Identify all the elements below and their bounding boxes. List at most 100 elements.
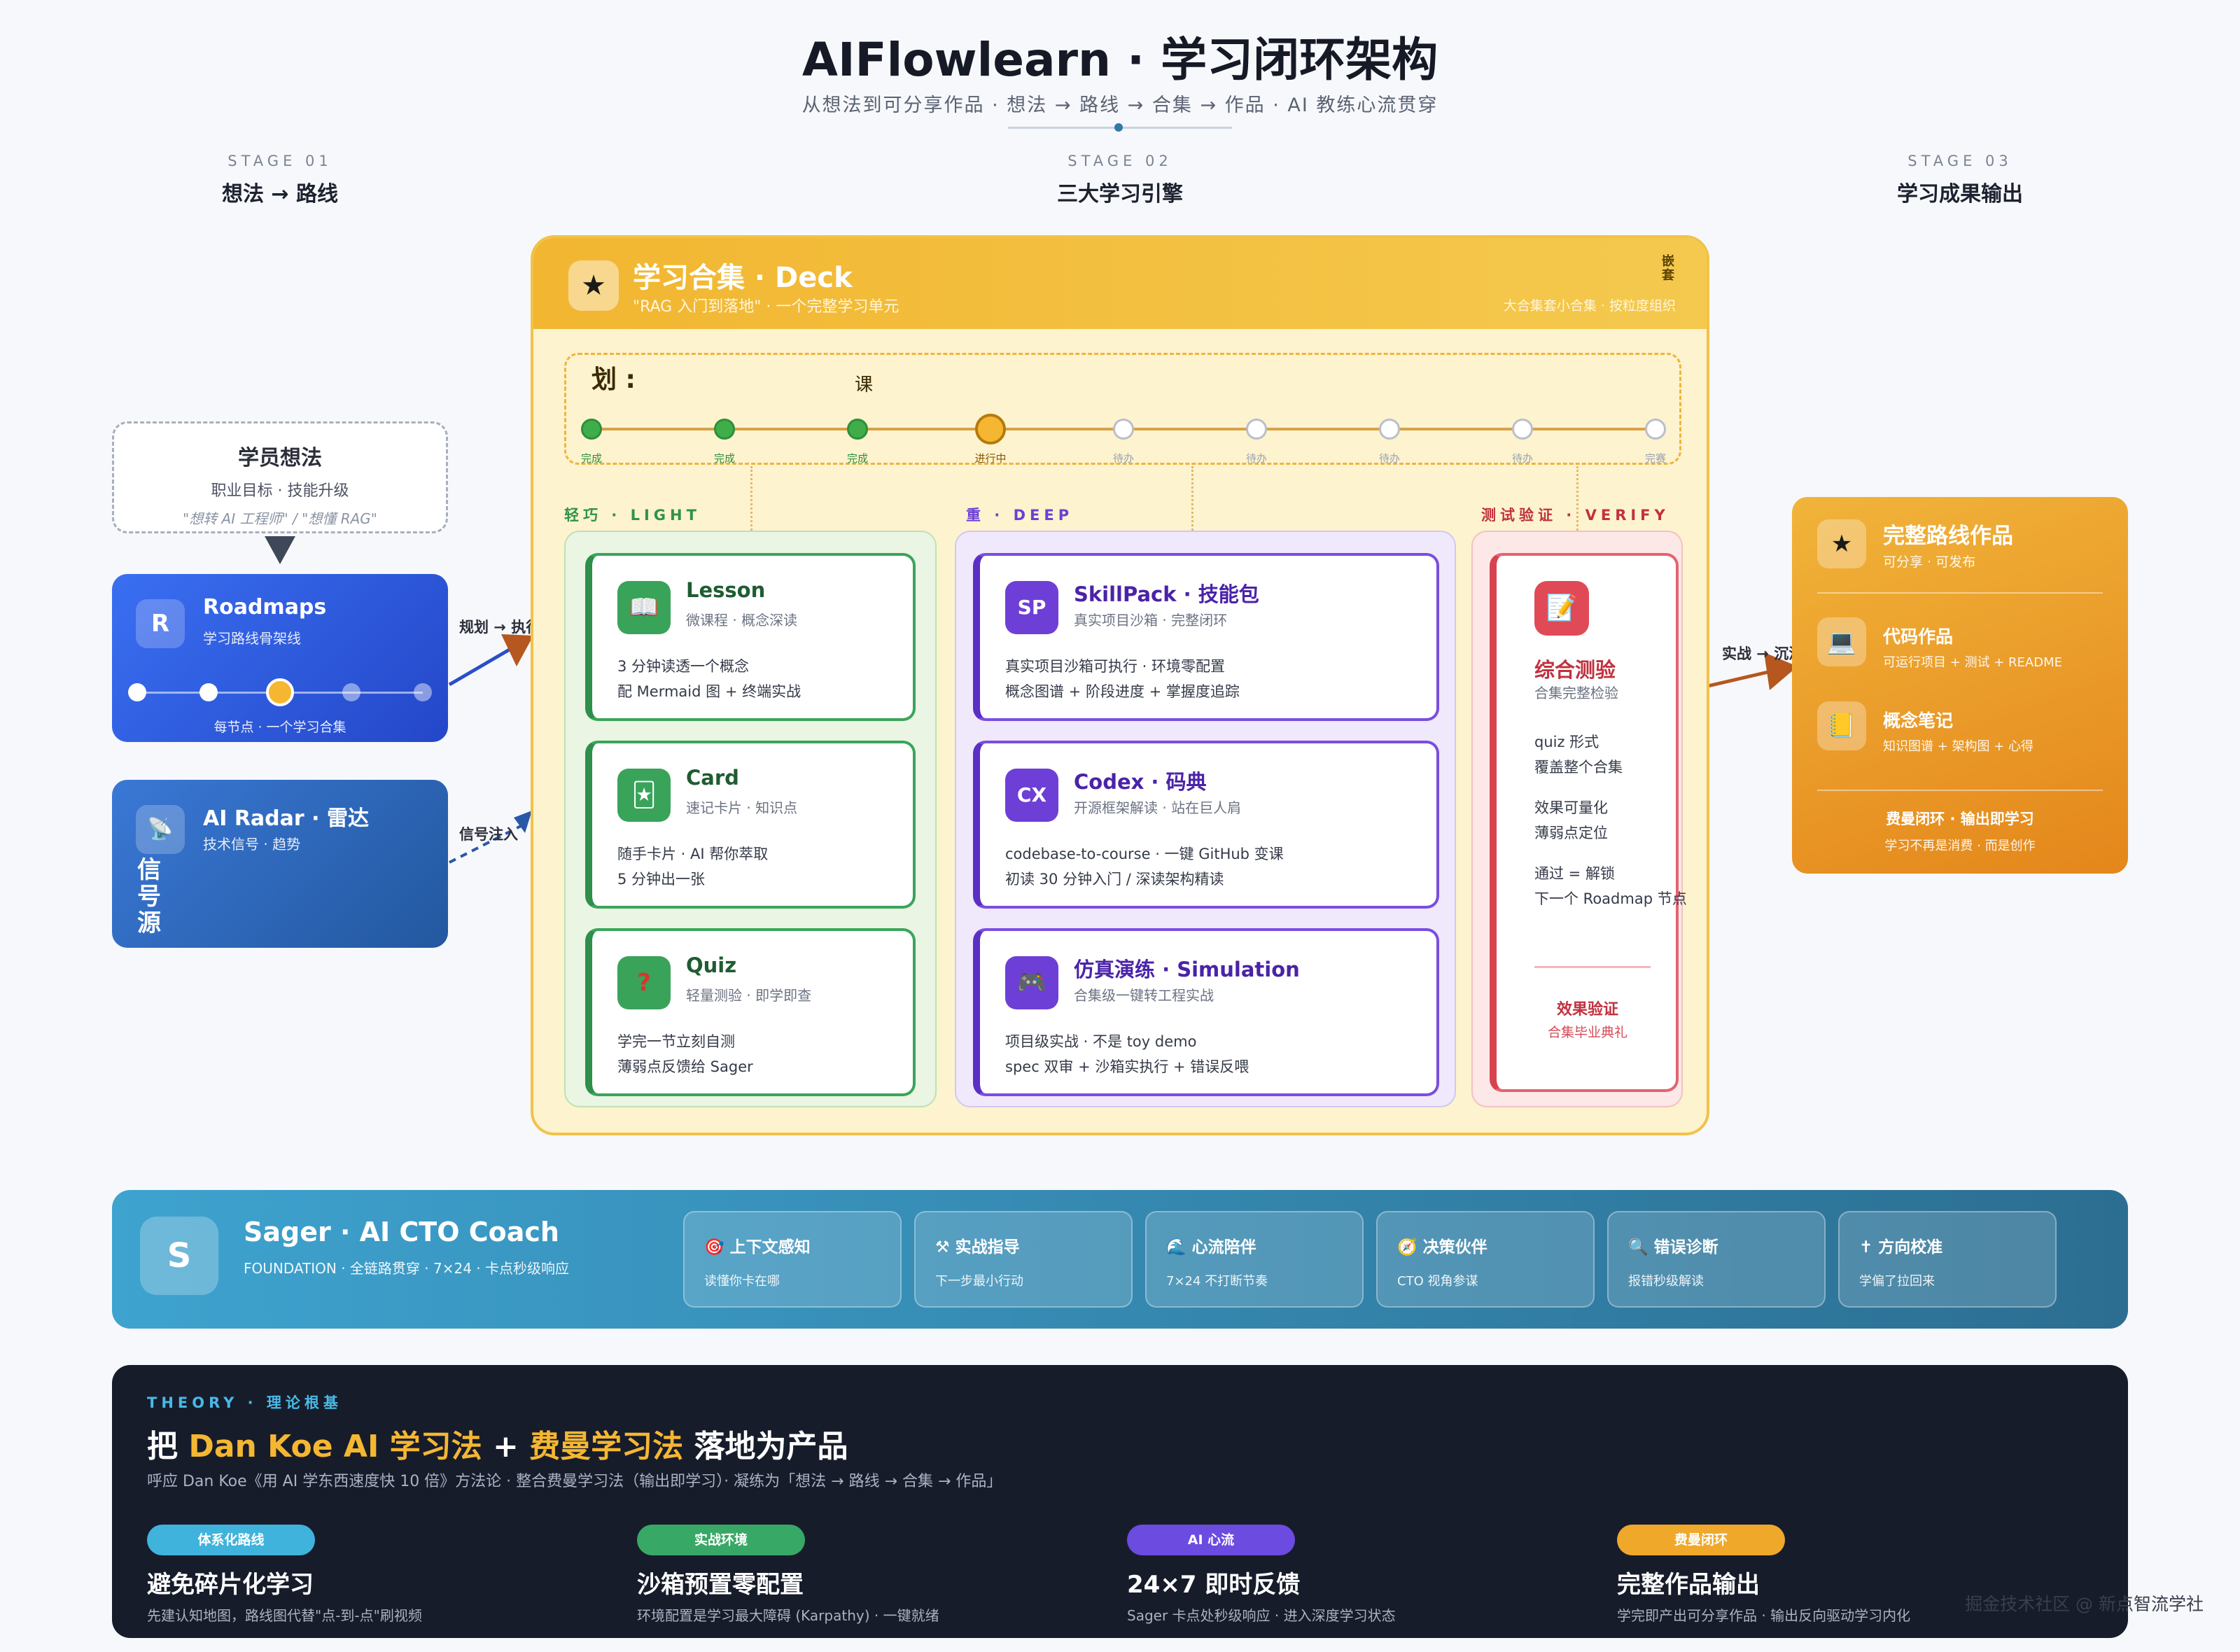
plan-arrow-label: 规划 → 执行	[459, 619, 541, 636]
pillar-subtitle: 先建认知地图，路线图代替"点-到-点"刷视频	[147, 1607, 422, 1624]
verify-badge: 效果验证	[1556, 1001, 1618, 1018]
output-footer-title: 费曼闭环 · 输出即学习	[1886, 811, 2034, 827]
ai-radar-card[interactable]: 📡 AI Radar · 雷达 技术信号 · 趋势 信号源	[112, 780, 448, 948]
left-connectors	[448, 634, 533, 864]
pillar-pill: 实战环境	[637, 1525, 805, 1555]
theory-title-highlight: 费曼学习法	[529, 1429, 684, 1464]
connector-dash	[750, 466, 752, 531]
output-item-title: 代码作品	[1883, 626, 1954, 647]
radar-title: AI Radar · 雷达	[203, 806, 369, 831]
verify-badge-subtitle: 合集毕业典礼	[1547, 1025, 1628, 1040]
progress-node-label: 待办	[1245, 452, 1267, 465]
verify-title: 综合测验	[1534, 658, 1616, 682]
sager-title: Sager · AI CTO Coach	[244, 1217, 559, 1247]
final-quiz-card[interactable]: 📝 综合测验 合集完整检验 quiz 形式 覆盖整个合集 效果可量化 薄弱点定位…	[1490, 553, 1687, 1092]
card-subtitle: 速记卡片 · 知识点	[686, 799, 798, 816]
simulation-card[interactable]: 🎮 仿真演练 · Simulation 合集级一键转工程实战 项目级实战 · 不…	[973, 928, 1439, 1096]
wave-icon: 🌊	[1166, 1238, 1186, 1256]
theory-title-part: +	[482, 1429, 530, 1464]
pillar-subtitle: 环境配置是学习最大障碍 (Karpathy) · 一键就绪	[637, 1607, 939, 1624]
feature-title: 实战指导	[955, 1238, 1020, 1256]
page-title: AIFlowlearn · 学习闭环架构	[802, 33, 1438, 87]
roadmaps-title: Roadmaps	[203, 595, 327, 620]
verify-line: 覆盖整个合集	[1534, 759, 1623, 776]
book-icon: 📖	[617, 581, 671, 634]
pillar-pill: 体系化路线	[147, 1525, 315, 1555]
progress-node[interactable]	[581, 419, 602, 440]
feature-practice-guide[interactable]: ⚒ 实战指导 下一步最小行动	[914, 1211, 1133, 1308]
roadmaps-caption: 每节点 · 一个学习合集	[214, 720, 346, 735]
theory-title-part: 把	[147, 1429, 189, 1464]
feature-decision-partner[interactable]: 🧭 决策伙伴 CTO 视角参谋	[1376, 1211, 1595, 1308]
card-line: 配 Mermaid 图 + 终端实战	[617, 683, 802, 700]
feature-subtitle: 下一步最小行动	[935, 1274, 1023, 1289]
card-line: 项目级实战 · 不是 toy demo	[1005, 1033, 1197, 1050]
verify-line: 效果可量化	[1534, 799, 1608, 816]
roadmap-node[interactable]	[128, 683, 146, 701]
feature-flow-companion[interactable]: 🌊 心流陪伴 7×24 不打断节奏	[1145, 1211, 1364, 1308]
codex-card[interactable]: CX Codex · 码典 开源框架解读 · 站在巨人肩 codebase-to…	[973, 741, 1439, 909]
star-icon: ★	[1817, 519, 1866, 568]
progress-node[interactable]	[1246, 419, 1267, 440]
deck-panel: ★ 学习合集 · Deck "RAG 入门到落地" · 一个完整学习单元 嵌套 …	[531, 235, 1709, 1135]
progress-node[interactable]	[975, 414, 1006, 444]
verify-line: 通过 = 解锁	[1534, 865, 1615, 882]
roadmaps-card[interactable]: R Roadmaps 学习路线骨架线 每节点 · 一个学习合集	[112, 574, 448, 742]
roadmap-node[interactable]	[342, 683, 360, 701]
skillpack-badge: SP	[1005, 581, 1058, 634]
roadmap-node[interactable]	[414, 683, 432, 701]
progress-node[interactable]	[714, 419, 735, 440]
feature-error-diagnosis[interactable]: 🔍 错误诊断 报错秒级解读	[1607, 1211, 1826, 1308]
roadmap-node[interactable]	[266, 678, 294, 706]
output-card[interactable]: ★ 完整路线作品 可分享 · 可发布 💻 代码作品 可运行项目 + 测试 + R…	[1792, 497, 2128, 874]
sager-badge: S	[140, 1217, 218, 1295]
output-subtitle: 可分享 · 可发布	[1883, 554, 1976, 570]
progress-node-label: 完成	[713, 452, 735, 465]
deck-header: ★ 学习合集 · Deck "RAG 入门到落地" · 一个完整学习单元 嵌套 …	[533, 238, 1707, 329]
feature-title: 心流陪伴	[1191, 1238, 1256, 1256]
feature-title: 上下文感知	[729, 1238, 811, 1256]
roadmap-node[interactable]	[200, 683, 218, 701]
feature-direction-calibration[interactable]: ✝ 方向校准 学偏了拉回来	[1838, 1211, 2057, 1308]
progress-node[interactable]	[1645, 419, 1666, 440]
card-subtitle: 开源框架解读 · 站在巨人肩	[1074, 799, 1242, 816]
card-line: 真实项目沙箱可执行 · 环境零配置	[1005, 658, 1226, 675]
progress-tag-secondary: 课	[855, 374, 874, 396]
output-item-title: 概念笔记	[1883, 710, 1954, 731]
skillpack-card[interactable]: SP SkillPack · 技能包 真实项目沙箱 · 完整闭环 真实项目沙箱可…	[973, 553, 1439, 721]
output-item-subtitle: 知识图谱 + 架构图 + 心得	[1883, 739, 2034, 754]
theory-title-highlight: Dan Koe AI 学习法	[188, 1429, 482, 1464]
stage-key: STAGE 02	[1068, 153, 1172, 169]
idea-quote: "想转 AI 工程师" / "想懂 RAG"	[183, 510, 377, 527]
quiz-card[interactable]: ? Quiz 轻量测验 · 即学即查 学完一节立刻自测 薄弱点反馈给 Sager	[585, 928, 916, 1096]
feature-subtitle: 7×24 不打断节奏	[1166, 1274, 1268, 1289]
feature-subtitle: 读懂你卡在哪	[704, 1274, 780, 1289]
stage-key: STAGE 01	[227, 153, 332, 169]
signal-arrow-label: 信号注入	[459, 826, 518, 843]
card-line: 随手卡片 · AI 帮你萃取	[617, 846, 769, 862]
progress-node[interactable]	[847, 419, 868, 440]
card-subtitle: 合集级一键转工程实战	[1074, 987, 1214, 1004]
magnifier-icon: 🔍	[1628, 1238, 1648, 1256]
card-line: 3 分钟读透一个概念	[617, 658, 750, 675]
progress-node[interactable]	[1379, 419, 1400, 440]
star-icon: ★	[568, 260, 619, 311]
deck-title: 学习合集 · Deck	[633, 262, 853, 294]
progress-node[interactable]	[1113, 419, 1134, 440]
card-subtitle: 真实项目沙箱 · 完整闭环	[1074, 612, 1228, 629]
progress-node[interactable]	[1512, 419, 1533, 440]
progress-node-label: 完成	[580, 452, 602, 465]
card-card[interactable]: 🃏 Card 速记卡片 · 知识点 随手卡片 · AI 帮你萃取 5 分钟出一张	[585, 741, 916, 909]
card-subtitle: 微课程 · 概念深读	[686, 612, 798, 629]
laptop-icon: 💻	[1817, 617, 1866, 666]
idea-title: 学员想法	[238, 446, 322, 470]
feature-context-aware[interactable]: 🎯 上下文感知 读懂你卡在哪	[683, 1211, 902, 1308]
theory-title: 把 Dan Koe AI 学习法 + 费曼学习法 落地为产品	[147, 1421, 848, 1466]
tools-icon: ⚒	[935, 1238, 950, 1256]
progress-node-label: 待办	[1112, 452, 1134, 465]
card-line: 5 分钟出一张	[617, 871, 706, 888]
radar-subtitle: 技术信号 · 趋势	[203, 836, 301, 853]
lesson-card[interactable]: 📖 Lesson 微课程 · 概念深读 3 分钟读透一个概念 配 Mermaid…	[585, 553, 916, 721]
verify-subtitle: 合集完整检验	[1534, 685, 1618, 701]
stage-02: STAGE 02 三大学习引擎	[980, 153, 1260, 207]
